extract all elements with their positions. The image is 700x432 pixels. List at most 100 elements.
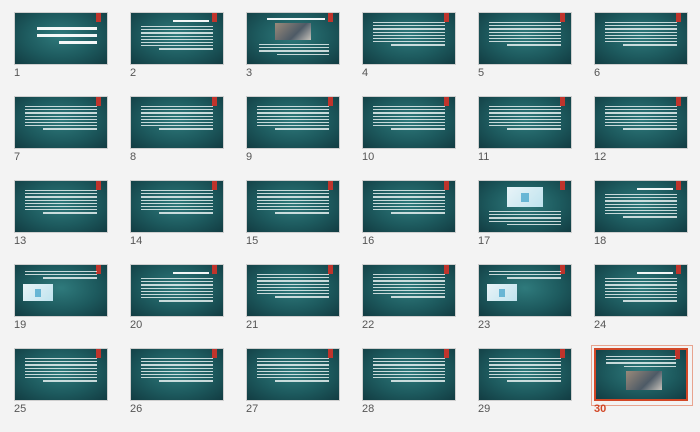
slide-thumbnail[interactable]: 11 <box>464 96 572 176</box>
slide-thumbnail[interactable]: 22 <box>348 264 456 344</box>
slide-text-line <box>257 118 329 120</box>
slide-number: 21 <box>246 319 259 331</box>
slide-preview[interactable] <box>14 348 108 401</box>
slide-preview[interactable] <box>478 348 572 401</box>
accent-flag <box>328 97 333 106</box>
slide-text-line <box>141 42 213 44</box>
slide-preview[interactable] <box>130 264 224 317</box>
slide-preview[interactable] <box>130 348 224 401</box>
slide-preview[interactable] <box>246 180 340 233</box>
slide-thumbnail[interactable]: 1 <box>0 12 108 92</box>
slide-text-line <box>257 115 329 117</box>
slide-preview[interactable] <box>594 12 688 65</box>
slide-text-line <box>25 199 97 201</box>
slide-text-line <box>373 112 445 114</box>
slide-preview[interactable] <box>14 180 108 233</box>
accent-flag <box>676 13 681 22</box>
slide-number: 13 <box>14 235 27 247</box>
slide-thumbnail[interactable]: 17 <box>464 180 572 260</box>
slide-thumbnail[interactable]: 19 <box>0 264 108 344</box>
slide-preview[interactable] <box>130 12 224 65</box>
slide-thumbnail[interactable]: 20 <box>116 264 224 344</box>
slide-thumbnail[interactable]: 27 <box>232 348 340 428</box>
slide-thumbnail[interactable]: 26 <box>116 348 224 428</box>
slide-text-line <box>605 210 677 212</box>
slide-thumbnail[interactable]: 7 <box>0 96 108 176</box>
slide-thumbnail[interactable]: 30 <box>580 345 693 428</box>
slide-preview[interactable] <box>362 180 456 233</box>
slide-text-line <box>257 367 329 369</box>
slide-number: 1 <box>14 67 21 79</box>
slide-preview[interactable] <box>478 180 572 233</box>
slide-text-line <box>257 377 329 379</box>
slide-preview[interactable] <box>478 264 572 317</box>
slide-preview[interactable] <box>246 264 340 317</box>
slide-text-line <box>489 220 561 222</box>
slide-number: 28 <box>362 403 375 415</box>
slide-text-line <box>373 277 445 279</box>
slide-number: 10 <box>362 151 375 163</box>
slide-preview[interactable] <box>594 96 688 149</box>
slide-preview[interactable] <box>478 96 572 149</box>
slide-thumbnail[interactable]: 23 <box>464 264 572 344</box>
slide-preview[interactable] <box>362 264 456 317</box>
slide-thumbnail[interactable]: 12 <box>580 96 688 176</box>
slide-preview[interactable] <box>594 264 688 317</box>
slide-text-line <box>489 361 561 363</box>
slide-photo <box>626 371 662 390</box>
slide-preview[interactable] <box>14 96 108 149</box>
slide-preview[interactable] <box>362 348 456 401</box>
slide-preview[interactable] <box>246 96 340 149</box>
slide-text-line <box>25 196 97 198</box>
slide-title-line <box>173 20 209 22</box>
slide-preview[interactable] <box>594 180 688 233</box>
slide-preview[interactable] <box>362 96 456 149</box>
slide-preview[interactable] <box>246 12 340 65</box>
slide-text-line <box>373 122 445 124</box>
slide-text-line <box>489 41 561 43</box>
slide-thumbnail[interactable]: 18 <box>580 180 688 260</box>
slide-text-line <box>606 356 676 358</box>
slide-preview[interactable] <box>130 180 224 233</box>
slide-illustration <box>487 284 517 301</box>
slide-thumbnail[interactable]: 14 <box>116 180 224 260</box>
accent-flag <box>328 265 333 274</box>
slide-text-line <box>259 47 329 49</box>
slide-thumbnail[interactable]: 2 <box>116 12 224 92</box>
slide-thumbnail[interactable]: 8 <box>116 96 224 176</box>
slide-thumbnail[interactable]: 3 <box>232 12 340 92</box>
slide-preview[interactable] <box>362 12 456 65</box>
slide-thumbnail[interactable]: 10 <box>348 96 456 176</box>
accent-flag <box>444 265 449 274</box>
slide-thumbnail[interactable]: 5 <box>464 12 572 92</box>
slide-thumbnail[interactable]: 15 <box>232 180 340 260</box>
slide-text-line <box>489 271 561 273</box>
slide-text-line <box>25 274 97 276</box>
slide-text-line <box>623 216 677 218</box>
slide-text-line <box>257 370 329 372</box>
slide-text-line <box>373 361 445 363</box>
slide-thumbnail[interactable]: 28 <box>348 348 456 428</box>
slide-preview[interactable] <box>478 12 572 65</box>
slide-preview[interactable] <box>594 348 688 401</box>
slide-text-line <box>257 364 329 366</box>
slide-text-line <box>606 359 676 361</box>
slide-preview[interactable] <box>130 96 224 149</box>
slide-text-line <box>141 29 213 31</box>
slide-thumbnail[interactable]: 16 <box>348 180 456 260</box>
slide-thumbnail[interactable]: 21 <box>232 264 340 344</box>
slide-thumbnail[interactable]: 6 <box>580 12 688 92</box>
slide-thumbnail[interactable]: 24 <box>580 264 688 344</box>
slide-text-line <box>25 118 97 120</box>
accent-flag <box>96 97 101 106</box>
slide-preview[interactable] <box>14 12 108 65</box>
slide-thumbnail[interactable]: 29 <box>464 348 572 428</box>
slide-thumbnail[interactable]: 25 <box>0 348 108 428</box>
slide-text-line <box>605 31 677 33</box>
slide-thumbnail[interactable]: 9 <box>232 96 340 176</box>
slide-preview[interactable] <box>14 264 108 317</box>
slide-text-line <box>373 196 445 198</box>
slide-thumbnail[interactable]: 13 <box>0 180 108 260</box>
slide-preview[interactable] <box>246 348 340 401</box>
slide-thumbnail[interactable]: 4 <box>348 12 456 92</box>
